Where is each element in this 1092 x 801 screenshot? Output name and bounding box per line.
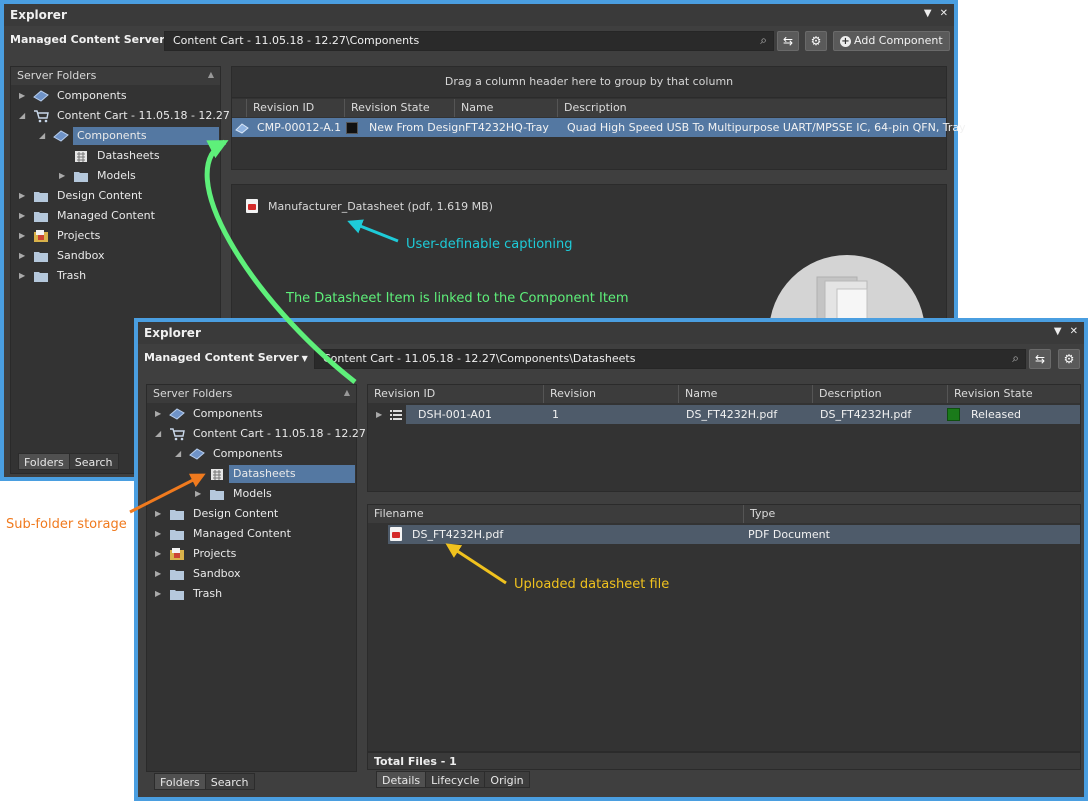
captioning-arrow	[347, 219, 399, 243]
annotation-arrows	[129, 139, 507, 585]
subfolder-arrow	[129, 473, 206, 514]
linked-arrow	[204, 139, 357, 384]
uploaded-annotation: Uploaded datasheet file	[514, 577, 670, 592]
uploaded-arrow	[445, 543, 507, 585]
captioning-annotation: User-definable captioning	[406, 237, 573, 252]
subfolder-annotation: Sub-folder storage	[6, 517, 127, 532]
linked-annotation: The Datasheet Item is linked to the Comp…	[286, 291, 629, 306]
